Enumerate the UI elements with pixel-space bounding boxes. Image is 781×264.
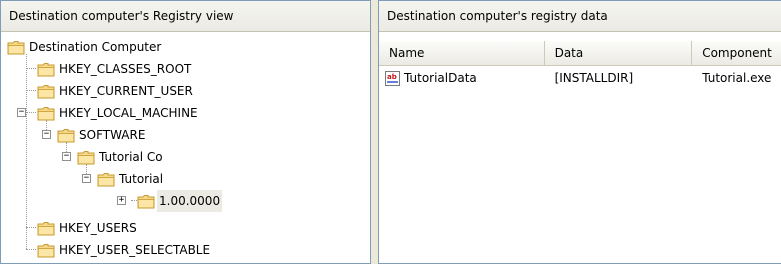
tree-guide-line (26, 112, 36, 113)
tree-node-label: HKEY_USERS (59, 221, 137, 235)
collapse-toggle-icon[interactable]: − (82, 174, 91, 183)
expand-toggle-icon[interactable]: + (117, 196, 126, 205)
tree-node-label: HKEY_CLASSES_ROOT (59, 62, 192, 76)
tree-node-software[interactable]: SOFTWARE (57, 124, 145, 146)
folder-open-icon (7, 40, 25, 55)
folder-open-icon (77, 150, 95, 165)
tree-node-label: HKEY_LOCAL_MACHINE (59, 106, 198, 120)
ab-string-value-icon: ab (385, 70, 400, 86)
tree-node-label: HKEY_USER_SELECTABLE (59, 243, 211, 257)
tree-guide-line (26, 90, 36, 91)
folder-icon (37, 243, 55, 258)
folder-icon (37, 84, 55, 99)
cell-data: [INSTALLDIR] (554, 71, 634, 85)
tree-node-tutorial-co[interactable]: Tutorial Co (77, 146, 163, 168)
tree-node-label: Tutorial (119, 172, 164, 186)
tree-node-destination-computer[interactable]: Destination Computer (7, 36, 161, 58)
tree-node-label: 1.00.0000 (157, 190, 223, 212)
tree-node-tutorial[interactable]: Tutorial (97, 168, 163, 190)
tree-guide-line (26, 227, 36, 228)
svg-text:ab: ab (387, 73, 397, 81)
tree-node-hkey-current-user[interactable]: HKEY_CURRENT_USER (37, 80, 193, 102)
tree-node-label: HKEY_CURRENT_USER (59, 84, 193, 98)
pane-splitter[interactable] (371, 0, 378, 264)
column-header-row: Name Data Component (379, 41, 781, 66)
folder-open-icon (97, 172, 115, 187)
collapse-toggle-icon[interactable]: − (62, 152, 71, 161)
folder-icon (137, 194, 155, 209)
tree-node-version-selected[interactable]: 1.00.0000 (137, 190, 223, 212)
tree-node-hkey-users[interactable]: HKEY_USERS (37, 217, 137, 239)
folder-icon (37, 62, 55, 77)
registry-data-header: Destination computer's registry data (379, 1, 781, 32)
tree-node-hkey-local-machine[interactable]: HKEY_LOCAL_MACHINE (37, 102, 198, 124)
row-name-label: TutorialData (404, 71, 477, 85)
column-header-data[interactable]: Data (545, 41, 693, 65)
registry-data-pane: Destination computer's registry data Nam… (378, 0, 781, 264)
column-header-component[interactable]: Component (692, 41, 781, 65)
tree-node-label: Tutorial Co (99, 150, 163, 164)
folder-open-icon (57, 128, 75, 143)
tree-guide-line (26, 54, 27, 249)
column-header-name[interactable]: Name (379, 41, 545, 65)
tree-guide-line (26, 68, 36, 69)
tree-guide-line (26, 249, 36, 250)
tree-node-hkey-user-selectable[interactable]: HKEY_USER_SELECTABLE (37, 239, 210, 261)
tree-node-label: Destination Computer (29, 40, 162, 54)
cell-component: Tutorial.exe (702, 71, 772, 85)
registry-view-header: Destination computer's Registry view (1, 1, 370, 32)
registry-tree[interactable]: Destination Computer HKEY_CLASSES_ROOT H… (1, 32, 370, 263)
collapse-toggle-icon[interactable]: − (42, 130, 51, 139)
table-row[interactable]: ab TutorialData [INSTALLDIR] Tutorial.ex… (379, 67, 781, 89)
folder-open-icon (37, 106, 55, 121)
cell-name: ab TutorialData (379, 67, 545, 89)
collapse-toggle-icon[interactable]: − (17, 108, 26, 117)
tree-node-hkey-classes-root[interactable]: HKEY_CLASSES_ROOT (37, 58, 191, 80)
folder-icon (37, 221, 55, 236)
tree-node-label: SOFTWARE (79, 128, 146, 142)
registry-view-pane: Destination computer's Registry view Des… (0, 0, 371, 264)
